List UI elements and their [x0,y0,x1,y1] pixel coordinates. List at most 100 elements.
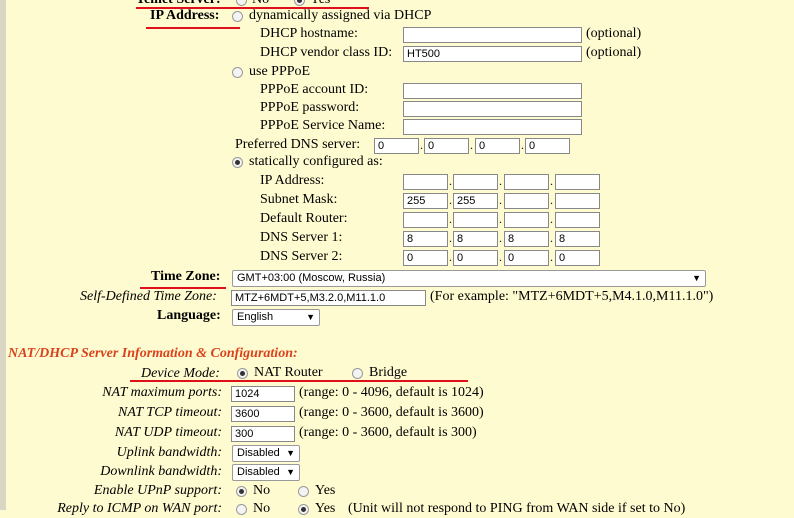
icmp-note: (Unit will not respond to PING from WAN … [348,501,686,516]
pppoe-radio[interactable] [232,67,243,78]
upnp-yes-label: Yes [315,483,336,498]
pppoe-service-input[interactable] [403,119,582,135]
upnp-no-label: No [253,483,271,498]
pppoe-account-label: PPPoE account ID: [260,82,369,97]
preferred-dns-octet[interactable]: 0 [475,138,520,154]
static-ip-octet[interactable] [504,174,549,190]
octet-dot: . [499,193,502,207]
upnp-label: Enable UPnP support: [93,483,222,498]
chevron-down-icon: ▼ [286,448,295,458]
pppoe-password-input[interactable] [403,101,582,117]
static-radio[interactable] [232,157,243,168]
octet-dot: . [449,250,452,264]
dns2-octet[interactable]: 0 [403,250,448,266]
icmp-yes-label: Yes [315,501,336,516]
dhcp-hostname-optional: (optional) [586,26,642,41]
octet-dot: . [550,250,553,264]
preferred-dns-octet[interactable]: 0 [424,138,469,154]
octet-dot: . [550,231,553,245]
dns1-label: DNS Server 1: [260,230,343,245]
nat-udp-input[interactable]: 300 [231,426,295,442]
dhcp-hostname-label: DHCP hostname: [260,26,358,41]
octet-dot: . [449,231,452,245]
static-ip-octet[interactable] [555,174,600,190]
subnet-octet[interactable]: 255 [403,193,448,209]
dhcp-vendor-input[interactable]: HT500 [403,46,582,62]
dns1-octet[interactable]: 8 [403,231,448,247]
octet-dot: . [550,174,553,188]
octet-dot: . [521,138,524,152]
preferred-dns-octet[interactable]: 0 [525,138,570,154]
dhcp-hostname-input[interactable] [403,27,582,43]
dns2-octet[interactable]: 0 [453,250,498,266]
telnet-no-radio[interactable] [236,0,247,6]
dns2-octet[interactable]: 0 [504,250,549,266]
nat-udp-range: (range: 0 - 3600, default is 300) [299,425,477,440]
router-octet[interactable] [453,212,498,228]
dhcp-radio[interactable] [232,11,243,22]
ip-address-label: IP Address: [150,8,220,23]
subnet-octet[interactable] [555,193,600,209]
downlink-label: Downlink bandwidth: [100,464,222,479]
router-octet[interactable] [555,212,600,228]
nat-udp-label: NAT UDP timeout: [114,425,222,440]
dns1-octet[interactable]: 8 [504,231,549,247]
subnet-octet[interactable] [504,193,549,209]
nat-tcp-range: (range: 0 - 3600, default is 3600) [299,405,484,420]
octet-dot: . [499,174,502,188]
dns1-octet[interactable]: 8 [555,231,600,247]
dns1-octet[interactable]: 8 [453,231,498,247]
octet-dot: . [449,212,452,226]
chevron-down-icon: ▼ [306,312,315,322]
octet-dot: . [449,193,452,207]
self-tz-input[interactable]: MTZ+6MDT+5,M3.2.0,M11.1.0 [231,290,426,306]
dns2-label: DNS Server 2: [260,249,343,264]
telnet-yes-radio[interactable] [294,0,305,6]
preferred-dns-octet[interactable]: 0 [374,138,419,154]
time-zone-label: Time Zone: [151,269,221,284]
octet-dot: . [420,138,423,152]
self-tz-example: (For example: "MTZ+6MDT+5,M4.1.0,M11.1.0… [430,289,714,304]
uplink-select[interactable]: Disabled ▼ [232,445,300,462]
subnet-octet[interactable]: 255 [453,193,498,209]
uplink-label: Uplink bandwidth: [116,445,222,460]
static-ip-octet[interactable] [453,174,498,190]
octet-dot: . [499,231,502,245]
dhcp-vendor-optional: (optional) [586,45,642,60]
static-label: statically configured as: [249,154,383,169]
router-octet[interactable] [403,212,448,228]
nat-max-ports-range: (range: 0 - 4096, default is 1024) [299,385,484,400]
time-zone-value: GMT+03:00 (Moscow, Russia) [237,272,386,284]
upnp-yes-radio[interactable] [298,486,309,497]
language-select[interactable]: English ▼ [232,309,320,326]
dns2-octet[interactable]: 0 [555,250,600,266]
pppoe-password-label: PPPoE password: [260,100,360,115]
nat-router-radio[interactable] [237,368,248,379]
pppoe-account-input[interactable] [403,83,582,99]
chevron-down-icon: ▼ [286,467,295,477]
router-label: Default Router: [260,211,348,226]
nat-max-ports-input[interactable]: 1024 [231,386,295,402]
language-label: Language: [157,308,221,323]
self-tz-label: Self-Defined Time Zone: [80,289,217,304]
router-octet[interactable] [504,212,549,228]
icmp-label: Reply to ICMP on WAN port: [57,501,222,516]
nat-tcp-label: NAT TCP timeout: [118,405,222,420]
chevron-down-icon: ▼ [692,273,701,283]
nat-tcp-input[interactable]: 3600 [231,406,295,422]
annotation-underline [146,27,240,29]
octet-dot: . [499,250,502,264]
bridge-radio[interactable] [352,368,363,379]
time-zone-select[interactable]: GMT+03:00 (Moscow, Russia) ▼ [232,270,706,287]
subnet-label: Subnet Mask: [260,192,338,207]
static-ip-octet[interactable] [403,174,448,190]
language-value: English [237,311,274,323]
octet-dot: . [470,138,473,152]
static-ip-label: IP Address: [260,173,325,188]
nat-section-title: NAT/DHCP Server Information & Configurat… [8,346,298,361]
dhcp-label: dynamically assigned via DHCP [249,8,432,23]
upnp-no-radio[interactable] [236,486,247,497]
octet-dot: . [499,212,502,226]
octet-dot: . [550,193,553,207]
downlink-select[interactable]: Disabled ▼ [232,464,300,481]
